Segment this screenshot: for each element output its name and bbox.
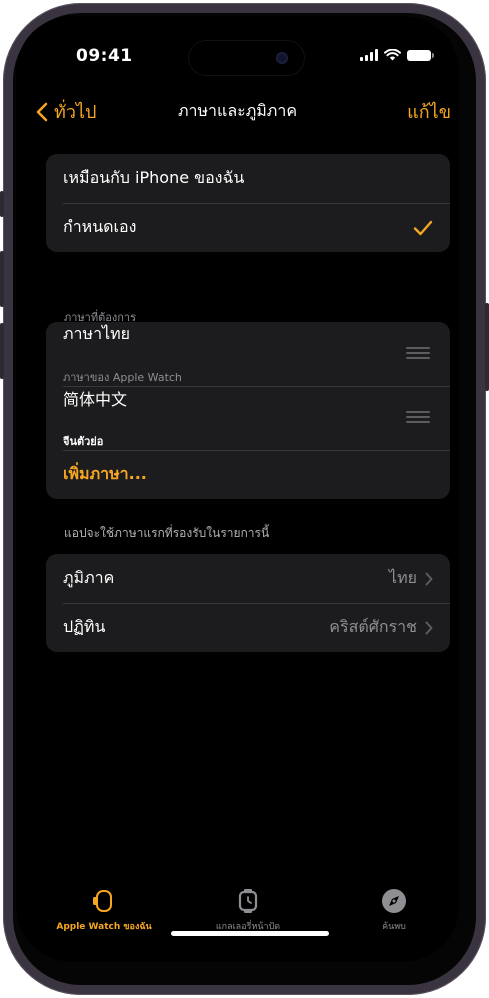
language-mode-group: เหมือนกับ iPhone ของฉัน กำหนดเอง bbox=[46, 154, 450, 252]
screen: 09:41 ทั่วไป ภาษาและภูมิภาค แก้ไข เหมือน… bbox=[16, 16, 459, 962]
power-button bbox=[485, 303, 489, 391]
reorder-handle-icon[interactable] bbox=[406, 411, 430, 426]
wifi-icon bbox=[384, 49, 401, 61]
reorder-handle-icon[interactable] bbox=[406, 347, 430, 362]
region-settings-group: ภูมิภาค ไทย ปฏิทิน คริสต์ศักราช bbox=[46, 554, 450, 652]
add-language-button[interactable]: เพิ่มภาษา... bbox=[46, 450, 450, 499]
page-title: ภาษาและภูมิภาค bbox=[177, 101, 298, 120]
language-row-thai[interactable]: ภาษาไทย ภาษาของ Apple Watch bbox=[46, 322, 450, 386]
checkmark-icon bbox=[413, 220, 433, 235]
action-button bbox=[0, 191, 4, 217]
face-gallery-icon bbox=[238, 889, 258, 913]
edit-button[interactable]: แก้ไข bbox=[407, 97, 451, 126]
add-language-label: เพิ่มภาษา... bbox=[63, 464, 147, 483]
language-subtitle: ภาษาของ Apple Watch bbox=[63, 371, 182, 384]
region-label: ภูมิภาค bbox=[63, 568, 115, 587]
calendar-row[interactable]: ปฏิทิน คริสต์ศักราช bbox=[46, 603, 450, 652]
status-time: 09:41 bbox=[76, 46, 133, 66]
tab-my-watch[interactable]: Apple Watch ของฉัน bbox=[39, 888, 169, 933]
language-subtitle: จีนตัวย่อ bbox=[63, 435, 104, 448]
dynamic-island bbox=[189, 41, 304, 75]
language-name: 简体中文 bbox=[63, 390, 128, 409]
device-frame: 09:41 ทั่วไป ภาษาและภูมิภาค แก้ไข เหมือน… bbox=[0, 3, 489, 995]
language-name: ภาษาไทย bbox=[63, 324, 131, 343]
tab-label: ค้นพบ bbox=[382, 922, 406, 932]
region-row[interactable]: ภูมิภาค ไทย bbox=[46, 554, 450, 603]
custom-option[interactable]: กำหนดเอง bbox=[46, 203, 450, 252]
chevron-right-icon bbox=[425, 621, 433, 634]
tab-label: Apple Watch ของฉัน bbox=[56, 922, 152, 932]
calendar-label: ปฏิทิน bbox=[63, 617, 106, 636]
status-icons bbox=[360, 49, 434, 61]
same-as-iphone-option[interactable]: เหมือนกับ iPhone ของฉัน bbox=[46, 154, 450, 203]
region-value: ไทย bbox=[389, 568, 417, 587]
preferred-languages-footer: แอปจะใช้ภาษาแรกที่รองรับในรายการนี้ bbox=[64, 526, 270, 540]
option-label: เหมือนกับ iPhone ของฉัน bbox=[63, 168, 245, 187]
watch-icon bbox=[93, 890, 112, 912]
volume-up-button bbox=[0, 251, 4, 307]
tab-face-gallery[interactable]: แกลเลอรี่หน้าปัด bbox=[183, 888, 313, 933]
volume-down-button bbox=[0, 323, 4, 379]
option-label: กำหนดเอง bbox=[63, 217, 137, 236]
preferred-languages-group: ภาษาไทย ภาษาของ Apple Watch 简体中文 จีนตัวย… bbox=[46, 322, 450, 499]
cellular-signal-icon bbox=[360, 49, 378, 61]
compass-icon bbox=[382, 889, 406, 913]
language-row-chinese[interactable]: 简体中文 จีนตัวย่อ bbox=[46, 386, 450, 450]
camera-icon bbox=[276, 52, 288, 64]
chevron-right-icon bbox=[425, 572, 433, 585]
home-indicator[interactable] bbox=[171, 931, 329, 936]
calendar-value: คริสต์ศักราช bbox=[329, 617, 417, 636]
battery-icon bbox=[407, 49, 434, 61]
tab-discover[interactable]: ค้นพบ bbox=[329, 888, 459, 933]
